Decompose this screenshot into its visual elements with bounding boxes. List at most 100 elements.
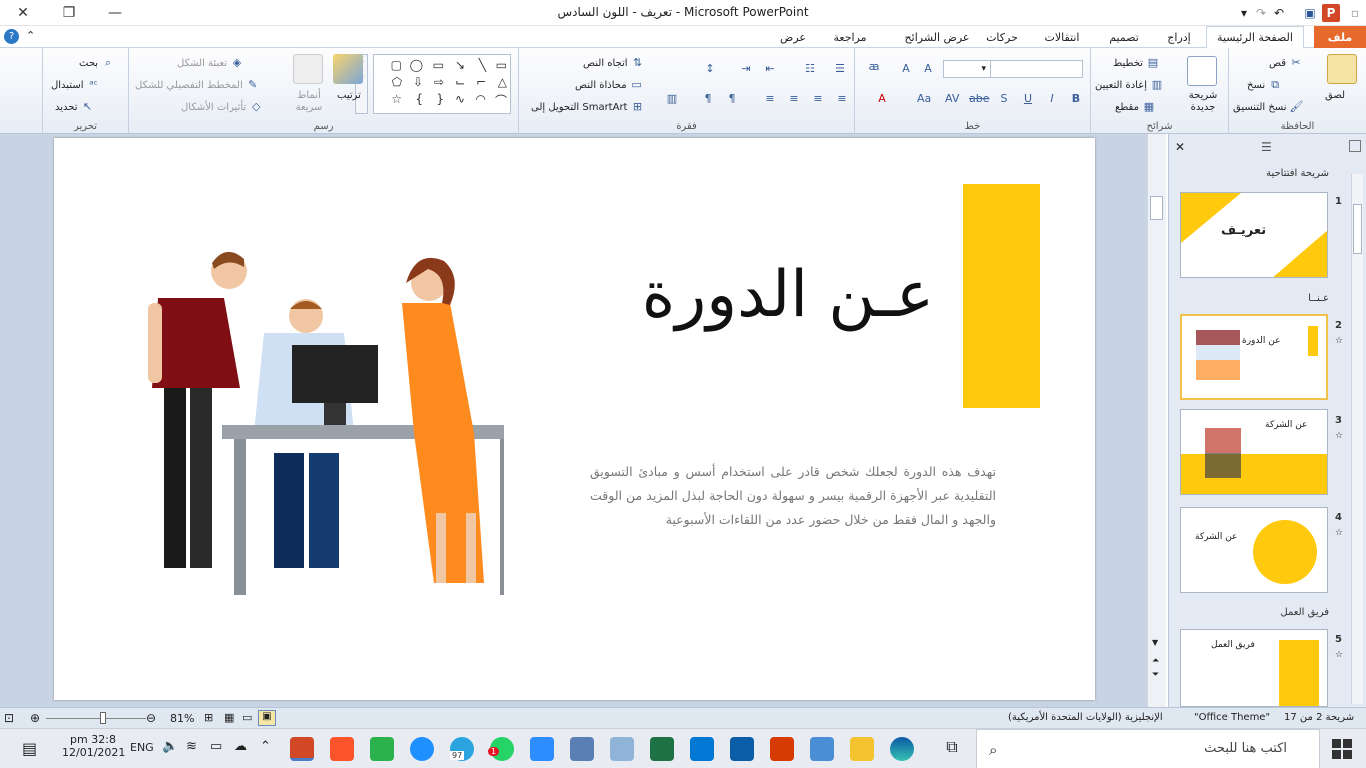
section-opening[interactable]: شريحة افتتاحية — [1169, 165, 1353, 183]
taskbar-skype-icon[interactable] — [410, 737, 434, 761]
shape-effects-button[interactable]: تأثيرات الأشكال ◇ — [181, 100, 263, 114]
bullets-icon[interactable]: ☰ — [833, 62, 847, 76]
outline-view-icon[interactable]: ☰ — [1261, 140, 1272, 154]
taskbar-network-app-icon[interactable] — [570, 737, 594, 761]
tab-home[interactable]: الصفحة الرئيسية — [1206, 26, 1304, 49]
align-right-icon[interactable]: ≡ — [835, 92, 849, 106]
bold-icon[interactable]: B — [1069, 92, 1083, 106]
tab-insert[interactable]: إدراج — [1154, 26, 1204, 48]
zoom-level[interactable]: 81% — [170, 712, 194, 725]
taskbar-excel-icon[interactable] — [650, 737, 674, 761]
shape-right-arrow-icon[interactable]: ⇨ — [426, 75, 444, 89]
tab-design[interactable]: تصميم — [1096, 26, 1152, 48]
section-button[interactable]: مقطع ▦ — [1115, 100, 1156, 114]
shape-triangle-icon[interactable]: △ — [489, 75, 507, 89]
section-about[interactable]: عـنــا — [1169, 290, 1353, 308]
rtl-icon[interactable]: ¶ — [725, 92, 739, 106]
reset-button[interactable]: إعادة التعيين ▥ — [1095, 78, 1164, 92]
slides-view-icon[interactable] — [1349, 140, 1361, 152]
volume-icon[interactable]: 🔈 — [162, 739, 178, 754]
paste-button[interactable]: لصق — [1325, 90, 1345, 101]
slide-vertical-scrollbar[interactable]: ▼ ⏶ ⏷ — [1147, 134, 1166, 707]
char-spacing-icon[interactable]: AV — [945, 92, 959, 106]
clear-format-icon[interactable]: ꜳ — [867, 60, 881, 74]
notifications-icon[interactable]: ▤ — [22, 739, 37, 758]
undo-icon[interactable]: ↶ — [1270, 4, 1288, 22]
team-illustration[interactable] — [144, 243, 504, 598]
new-slide-button[interactable]: شريحة جديدة — [1181, 90, 1225, 114]
shape-fill-button[interactable]: تعبئة الشكل ◈ — [177, 56, 244, 70]
tab-file[interactable]: ملف — [1314, 26, 1366, 48]
taskbar-brave-icon[interactable] — [330, 737, 354, 761]
shape-curve-icon[interactable]: ⌒ — [489, 92, 507, 109]
fit-slide-icon[interactable]: ⊡ — [4, 711, 14, 725]
zoom-out-icon[interactable]: ⊖ — [146, 711, 156, 725]
grow-font-icon[interactable]: A — [921, 62, 935, 76]
shape-arrow-line-icon[interactable]: ↘ — [447, 58, 465, 72]
close-pane-icon[interactable]: ✕ — [1175, 140, 1185, 154]
new-slide-icon[interactable] — [1187, 56, 1217, 86]
shape-oval-icon[interactable]: ◯ — [405, 58, 423, 72]
taskbar-explorer-icon[interactable] — [850, 737, 874, 761]
next-slide-icon[interactable]: ⏷ — [1152, 670, 1159, 680]
taskbar-word-icon[interactable] — [730, 737, 754, 761]
taskbar-search-box[interactable]: ⌕ اكتب هنا للبحث — [976, 729, 1320, 768]
shadow-icon[interactable]: S — [997, 92, 1011, 106]
collapse-ribbon-icon[interactable]: ⌃ — [26, 29, 35, 42]
cloud-icon[interactable]: ☁ — [234, 739, 247, 754]
save-icon[interactable]: ▣ — [1301, 4, 1319, 22]
thumbnail-slide-5[interactable]: فريق العمل — [1180, 629, 1328, 707]
customize-qat-icon[interactable]: ▾ — [1235, 4, 1253, 22]
replace-button[interactable]: استبدال ᵃᶜ — [51, 78, 101, 92]
text-direction-button[interactable]: اتجاه النص ⇅ — [583, 56, 645, 70]
slide-canvas[interactable]: عـن الدورة تهدف هذه الدورة لجعلك شخص قاد… — [54, 138, 1095, 700]
copy-button[interactable]: نسخ ⧉ — [1247, 78, 1282, 92]
decrease-indent-icon[interactable]: ⇤ — [763, 62, 777, 76]
vscroll-thumb[interactable] — [1150, 196, 1163, 220]
arrange-icon[interactable] — [333, 54, 363, 84]
tab-slideshow[interactable]: عرض الشرائح — [900, 26, 974, 48]
tab-view[interactable]: عرض — [770, 26, 816, 48]
cut-button[interactable]: قص ✂ — [1269, 56, 1303, 70]
taskbar-whatsapp-icon[interactable]: 1 — [488, 737, 514, 761]
battery-icon[interactable]: ▭ — [210, 739, 222, 754]
paste-icon[interactable] — [1327, 54, 1357, 84]
section-team[interactable]: فريق العمل — [1169, 604, 1353, 622]
language-status[interactable]: الإنجليزية (الولايات المتحدة الأمريكية) — [1008, 712, 1163, 723]
justify-icon[interactable]: ≡ — [763, 92, 777, 106]
thumbnail-slide-2[interactable]: عن الدورة — [1180, 314, 1328, 400]
accent-bar[interactable] — [963, 184, 1040, 408]
shape-outline-button[interactable]: المخطط التفصيلي للشكل ✎ — [135, 78, 260, 92]
shape-star-icon[interactable]: ☆ — [384, 92, 402, 109]
slide-title[interactable]: عـن الدورة — [594, 258, 934, 332]
taskbar-telegram-icon[interactable]: 97 — [450, 737, 474, 761]
tab-review[interactable]: مراجعة — [822, 26, 878, 48]
align-text-button[interactable]: محاذاة النص ▭ — [575, 78, 644, 92]
columns-icon[interactable]: ▥ — [665, 92, 679, 106]
taskbar-meet-icon[interactable] — [370, 737, 394, 761]
find-button[interactable]: بحث ⌕ — [79, 56, 115, 70]
sorter-view-icon[interactable]: ▦ — [224, 711, 234, 724]
font-color-icon[interactable]: A — [875, 92, 889, 106]
shape-connector-icon[interactable]: ⌐ — [468, 75, 486, 89]
pane-scroll-thumb[interactable] — [1353, 204, 1362, 254]
show-hidden-icons-icon[interactable]: ⌃ — [260, 739, 271, 754]
slideshow-view-icon[interactable]: ▭ — [242, 711, 252, 724]
numbering-icon[interactable]: ☷ — [803, 62, 817, 76]
normal-view-icon[interactable]: ▣ — [258, 710, 276, 726]
vscroll-down-arrow-icon[interactable]: ▼ — [1152, 638, 1158, 647]
quick-styles-button[interactable]: أنماط سريعة — [289, 90, 329, 114]
select-button[interactable]: تحديد ↖ — [55, 100, 95, 114]
shape-rect-icon[interactable]: ▭ — [426, 58, 444, 72]
taskbar-store-icon[interactable] — [810, 737, 834, 761]
line-spacing-icon[interactable]: ↕ — [703, 62, 717, 76]
taskbar-edge-icon[interactable] — [890, 737, 914, 761]
align-center-icon[interactable]: ≡ — [811, 92, 825, 106]
slide-body-text[interactable]: تهدف هذه الدورة لجعلك شخص قادر على استخد… — [590, 460, 996, 532]
thumbnail-slide-4[interactable]: عن الشركة — [1180, 507, 1328, 593]
shape-textbox-icon[interactable]: ▭ — [489, 58, 507, 72]
help-icon[interactable]: ▫ — [1346, 4, 1364, 22]
arrange-button[interactable]: ترتيب — [337, 90, 361, 101]
shape-wave-icon[interactable]: ∿ — [447, 92, 465, 109]
shape-brace-icon[interactable]: { — [426, 92, 444, 109]
